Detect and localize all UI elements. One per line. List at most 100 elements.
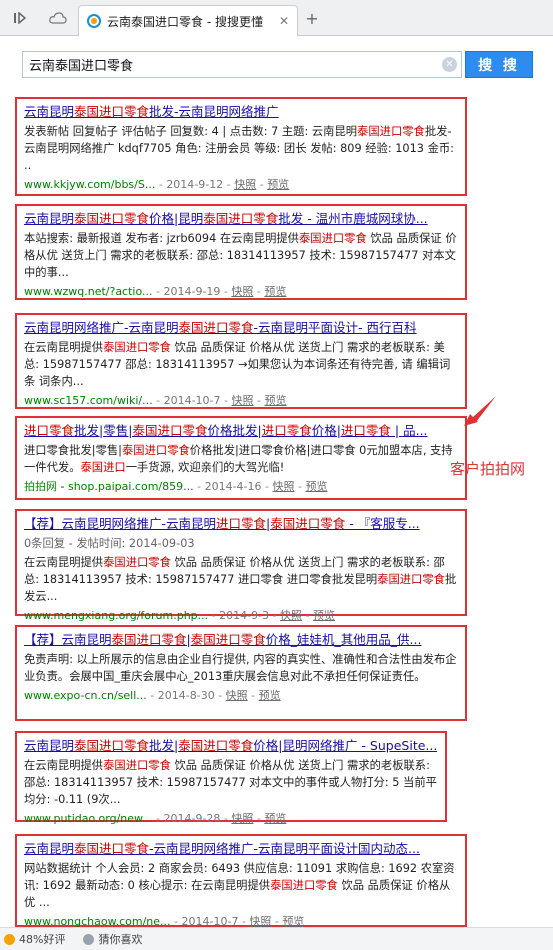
highlight-term: 泰国进口零食 (357, 125, 425, 138)
search-box: ✕ (22, 51, 462, 78)
meta-separator: - (220, 812, 232, 825)
highlight-term: 泰国进口零食 (74, 841, 150, 856)
snapshot-link[interactable]: 快照 (231, 812, 253, 825)
result-meta: www.expo-cn.cn/sell... - 2014-8-30 - 快照 … (24, 687, 457, 704)
browser-tabbar: 云南泰国进口零食 - 搜搜更懂 ✕ + (0, 0, 553, 36)
text-segment: 批发 - 温州市鹿城网球协... (278, 211, 428, 226)
text-segment: 批发| (149, 738, 179, 753)
text-segment: 价格| (311, 423, 341, 438)
result-url[interactable]: www.putidao.org/new... (24, 812, 153, 825)
meta-separator: - (152, 285, 164, 298)
snapshot-link[interactable]: 快照 (273, 480, 295, 493)
result-title-link[interactable]: 云南昆明泰国进口零食价格|昆明泰国进口零食批发 - 温州市鹿城网球协... (24, 210, 457, 228)
result-title-link[interactable]: 云南昆明网络推广-云南昆明泰国进口零食-云南昆明平面设计- 西行百科 (24, 319, 457, 337)
preview-link[interactable]: 预览 (305, 480, 327, 493)
search-result: 云南昆明泰国进口零食-云南昆明网络推广-云南昆明平面设计国内动态... 网站数据统… (15, 834, 467, 928)
soso-logo-icon (87, 14, 101, 28)
snapshot-link[interactable]: 快照 (280, 609, 302, 622)
meta-separator: - (294, 480, 306, 493)
highlight-term: 进口零食 (24, 423, 75, 438)
highlight-term: 进口零食 (261, 423, 312, 438)
guess-like-text: 猜你喜欢 (98, 933, 143, 946)
meta-separator: - (152, 394, 164, 407)
meta-separator: - (220, 394, 232, 407)
snapshot-link[interactable]: 快照 (226, 689, 248, 702)
preview-link[interactable]: 预览 (267, 178, 289, 191)
heart-icon (83, 933, 95, 945)
search-input[interactable] (29, 57, 429, 72)
text-segment: 价格|昆明 (149, 211, 204, 226)
text-segment: 云南昆明 (24, 841, 75, 856)
meta-separator: - (253, 394, 265, 407)
highlight-term: 泰国进口零食 (74, 211, 150, 226)
new-tab-button[interactable]: + (302, 8, 322, 28)
result-url[interactable]: www.mengxiang.org/forum.php... (24, 609, 208, 622)
text-segment: 云南昆明 (24, 104, 75, 119)
text-segment: 在云南昆明提供 (24, 341, 104, 354)
result-title-link[interactable]: 云南昆明泰国进口零食批发-云南昆明网络推广 (24, 103, 457, 121)
meta-separator: - (146, 689, 158, 702)
result-title-link[interactable]: 【荐】云南昆明网络推广-云南昆明进口零食|泰国进口零食 - 『客服专... (24, 515, 457, 533)
result-title-link[interactable]: 云南昆明泰国进口零食-云南昆明网络推广-云南昆明平面设计国内动态... (24, 840, 457, 858)
result-meta: www.kkjyw.com/bbs/S... - 2014-9-12 - 快照 … (24, 176, 457, 193)
highlight-term: 泰国进口零食 (103, 556, 171, 569)
meta-separator: - (223, 178, 235, 191)
result-url[interactable]: www.expo-cn.cn/sell... (24, 689, 147, 702)
snapshot-link[interactable]: 快照 (231, 285, 253, 298)
guess-like-item[interactable]: 猜你喜欢 (83, 931, 142, 947)
result-title-link[interactable]: 【荐】云南昆明泰国进口零食|泰国进口零食价格_娃娃机_其他用品_供... (24, 631, 457, 649)
search-button[interactable]: 搜 搜 (465, 51, 533, 78)
meta-separator: - (253, 812, 265, 825)
text-segment: 在云南昆明提供 (24, 759, 104, 772)
snapshot-link[interactable]: 快照 (234, 178, 256, 191)
result-url[interactable]: www.wzwq.net/?actio... (24, 285, 153, 298)
cloud-icon[interactable] (46, 7, 70, 29)
search-result: 【荐】云南昆明网络推广-云南昆明进口零食|泰国进口零食 - 『客服专... 0条回… (15, 509, 467, 622)
preview-link[interactable]: 预览 (264, 812, 286, 825)
meta-separator: - (152, 812, 164, 825)
text-segment: -云南昆明平面设计- 西行百科 (253, 320, 417, 335)
meta-separator: - (220, 285, 232, 298)
result-snippet: 发表新帖 回复帖子 评估帖子 回复数: 4 | 点击数: 7 主题: 云南昆明泰… (24, 123, 457, 174)
preview-link[interactable]: 预览 (259, 689, 281, 702)
result-snippet: 进口零食批发|零售|泰国进口零食价格批发|进口零食价格|进口零食 0元加盟本店,… (24, 442, 457, 476)
text-segment: 批发|零售| (74, 423, 133, 438)
text-segment: - 『客服专... (345, 516, 420, 531)
rating-item[interactable]: 48%好评 (4, 931, 65, 947)
preview-link[interactable]: 预览 (264, 285, 286, 298)
snapshot-link[interactable]: 快照 (232, 394, 254, 407)
tab-close-icon[interactable]: ✕ (279, 14, 289, 28)
preview-link[interactable]: 预览 (264, 394, 286, 407)
result-date: 2014-9-12 (166, 178, 224, 191)
result-title-link[interactable]: 进口零食批发|零售|泰国进口零食价格批发|进口零食价格|进口零食 | 品... (24, 422, 457, 440)
highlight-term: 泰国进口零食 (103, 759, 171, 772)
highlight-term: 泰国进口零食 (74, 104, 150, 119)
text-segment: | 品... (390, 423, 428, 438)
sidebar-toggle-icon[interactable] (8, 7, 32, 29)
highlight-term: 泰国进口零食 (270, 879, 338, 892)
result-meta: www.mengxiang.org/forum.php... - 2014-9-… (24, 607, 457, 624)
result-url[interactable]: shop.paipai.com/859... (68, 480, 194, 493)
result-snippet: 在云南昆明提供泰国进口零食 饮品 品质保证 价格从优 送货上门 需求的老板联系:… (24, 554, 457, 605)
active-tab[interactable]: 云南泰国进口零食 - 搜搜更懂 ✕ (78, 5, 298, 36)
search-result: 云南昆明泰国进口零食价格|昆明泰国进口零食批发 - 温州市鹿城网球协... 本站搜… (15, 204, 467, 300)
result-url[interactable]: www.sc157.com/wiki/... (24, 394, 153, 407)
meta-separator: - (208, 609, 220, 622)
result-meta: 拍拍网 - shop.paipai.com/859... - 2014-4-16… (24, 480, 328, 493)
highlight-term: 泰国进口零食 (178, 738, 254, 753)
clear-search-icon[interactable]: ✕ (442, 57, 457, 72)
result-snippet: 网站数据统计 个人会员: 2 商家会员: 6493 供应信息: 11091 求购… (24, 860, 457, 911)
result-url[interactable]: www.kkjyw.com/bbs/S... (24, 178, 155, 191)
meta-separator: - (269, 609, 281, 622)
annotation-label: 客户拍拍网 (450, 460, 526, 478)
text-segment: 在云南昆明提供 (24, 556, 104, 569)
meta-separator: - (214, 689, 226, 702)
highlight-term: 进口零食 (216, 516, 267, 531)
text-segment: 【荐】云南昆明 (24, 632, 112, 647)
highlight-term: 泰国进口零食 (190, 632, 266, 647)
tab-title: 云南泰国进口零食 - 搜搜更懂 (107, 14, 263, 29)
highlight-term: 泰国进口零食 (132, 423, 208, 438)
result-date: 2014-10-7 (163, 394, 221, 407)
result-title-link[interactable]: 云南昆明泰国进口零食批发|泰国进口零食价格|昆明网络推广 - SupeSite.… (24, 737, 437, 755)
preview-link[interactable]: 预览 (313, 609, 335, 622)
